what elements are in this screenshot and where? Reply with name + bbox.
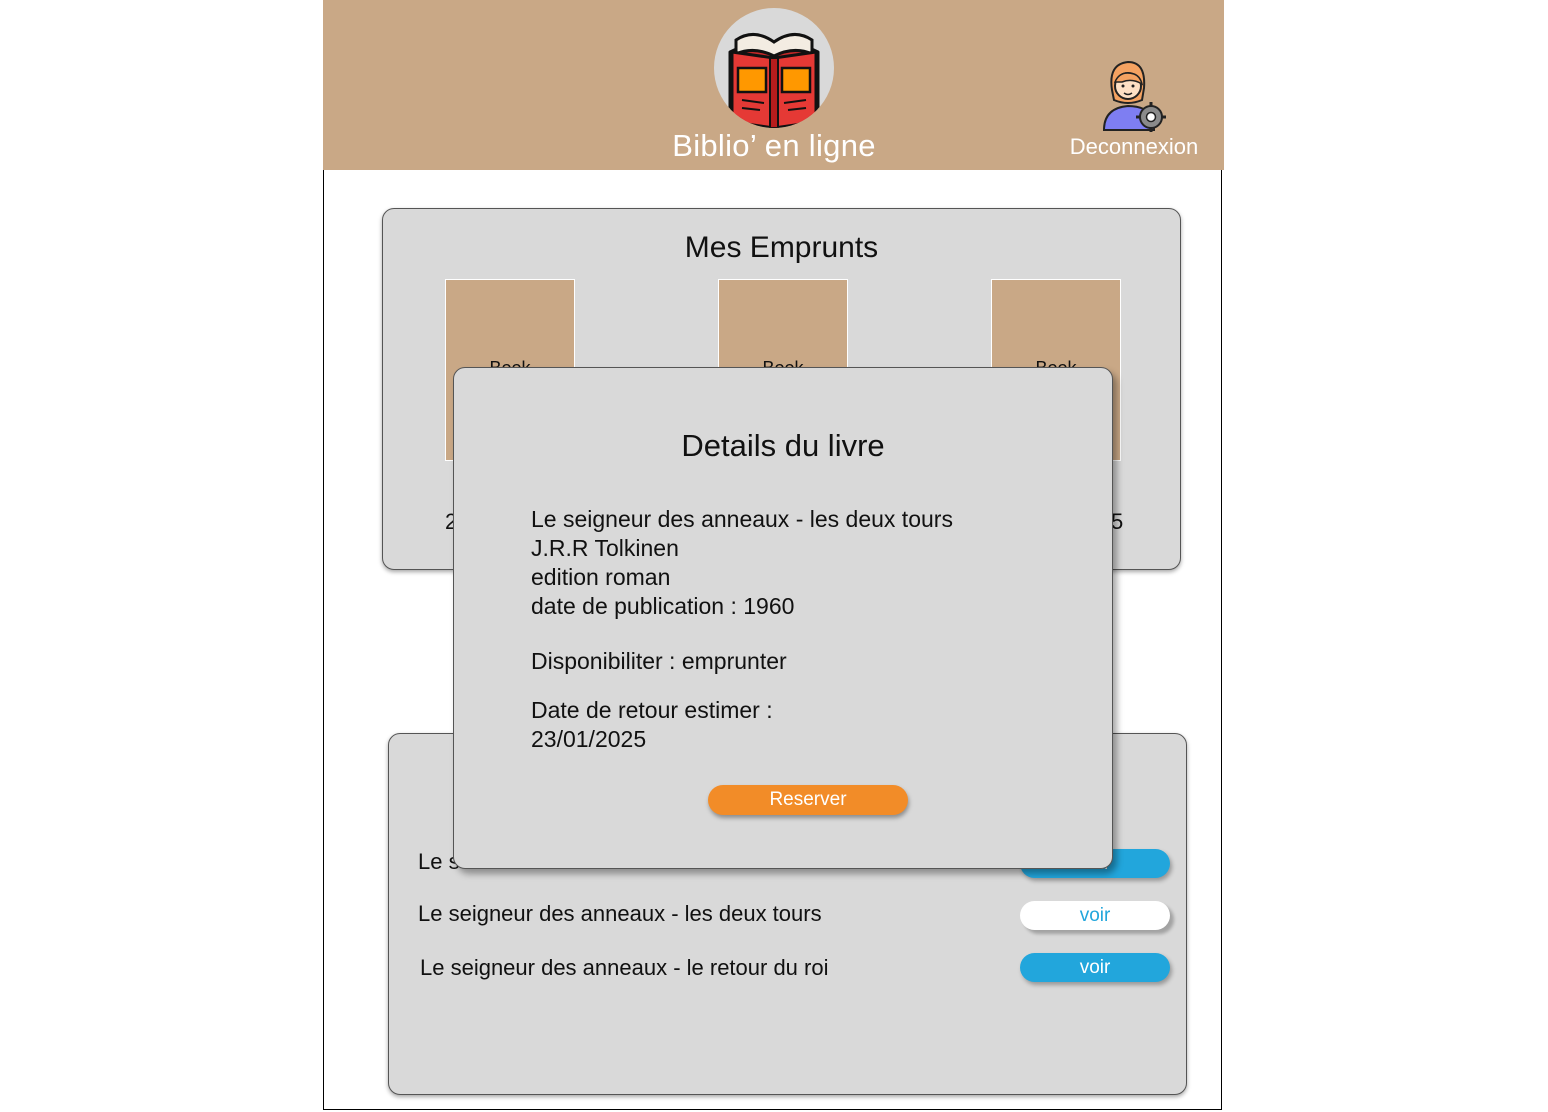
return-date-value: 23/01/2025 — [531, 726, 647, 752]
logout-button[interactable]: Deconnexion — [1052, 134, 1216, 160]
voir-button[interactable]: voir — [1020, 901, 1170, 930]
logo — [714, 8, 834, 128]
book-details-modal: Details du livre Le seigneur des anneaux… — [453, 367, 1113, 869]
book-edition: edition roman — [531, 564, 671, 590]
app-title: Biblio’ en ligne — [672, 128, 876, 163]
open-book-icon — [728, 33, 820, 128]
book-publication-date: date de publication : 1960 — [531, 593, 795, 619]
user-settings-icon[interactable] — [1098, 58, 1168, 132]
book-availability: Disponibiliter : emprunter — [531, 648, 787, 674]
reserve-button[interactable]: Reserver — [708, 785, 908, 815]
modal-title: Details du livre — [681, 428, 885, 463]
voir-button[interactable]: voir — [1020, 953, 1170, 982]
book-title: Le seigneur des anneaux - les deux tours — [531, 506, 953, 532]
list-item-title: Le seigneur des anneaux - le retour du r… — [420, 955, 829, 980]
book-author: J.R.R Tolkinen — [531, 535, 679, 561]
list-item-title: Le seigneur des anneaux - les deux tours — [418, 901, 822, 926]
return-date-label: Date de retour estimer : — [531, 697, 773, 723]
loans-title: Mes Emprunts — [684, 231, 879, 264]
